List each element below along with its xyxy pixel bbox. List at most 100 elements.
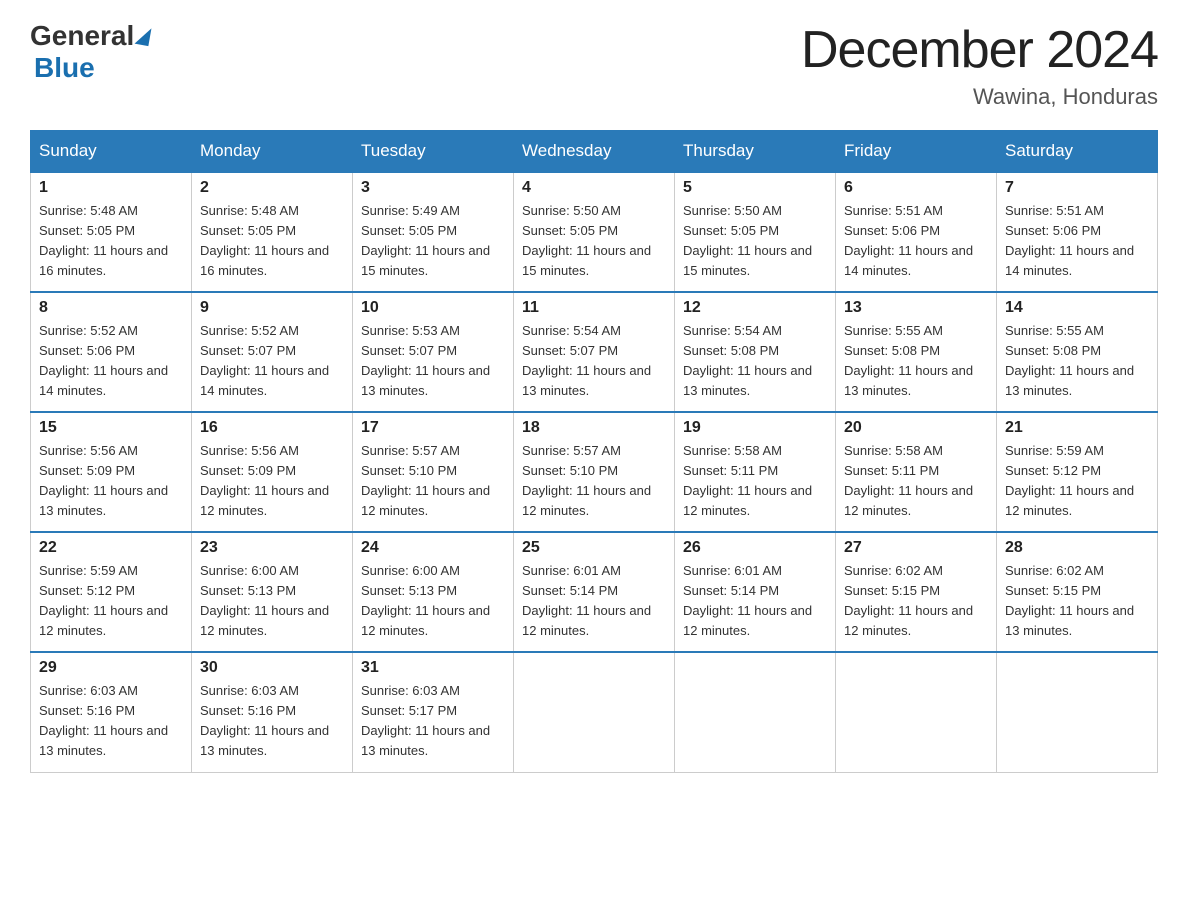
day-number: 8 — [39, 299, 183, 317]
day-number: 6 — [844, 179, 988, 197]
day-info: Sunrise: 5:58 AMSunset: 5:11 PMDaylight:… — [844, 441, 988, 522]
calendar-table: Sunday Monday Tuesday Wednesday Thursday… — [30, 130, 1158, 773]
day-info: Sunrise: 5:52 AMSunset: 5:06 PMDaylight:… — [39, 321, 183, 402]
day-cell-21: 21Sunrise: 5:59 AMSunset: 5:12 PMDayligh… — [997, 412, 1158, 532]
calendar-week-4: 22Sunrise: 5:59 AMSunset: 5:12 PMDayligh… — [31, 532, 1158, 652]
day-number: 14 — [1005, 299, 1149, 317]
day-number: 4 — [522, 179, 666, 197]
day-cell-23: 23 Sunrise: 6:00 AMSunset: 5:13 PMDayligh… — [192, 532, 353, 652]
day-cell-19: 19 Sunrise: 5:58 AMSunset: 5:11 PMDayligh… — [675, 412, 836, 532]
day-number: 25 — [522, 539, 666, 557]
day-number: 9 — [200, 299, 344, 317]
title-section: December 2024 Wawina, Honduras — [801, 20, 1158, 110]
day-cell-16: 16Sunrise: 5:56 AMSunset: 5:09 PMDayligh… — [192, 412, 353, 532]
day-cell-13: 13Sunrise: 5:55 AMSunset: 5:08 PMDayligh… — [836, 292, 997, 412]
day-number: 20 — [844, 419, 988, 437]
day-number: 19 — [683, 419, 827, 437]
empty-cell — [675, 652, 836, 772]
logo-general-text: General — [30, 20, 134, 52]
page-subtitle: Wawina, Honduras — [801, 84, 1158, 110]
col-thursday: Thursday — [675, 131, 836, 173]
day-number: 30 — [200, 659, 344, 677]
day-info: Sunrise: 6:02 AMSunset: 5:15 PMDaylight:… — [844, 561, 988, 642]
day-number: 7 — [1005, 179, 1149, 197]
day-cell-29: 29 Sunrise: 6:03 AMSunset: 5:16 PMDayligh… — [31, 652, 192, 772]
day-cell-12: 12 Sunrise: 5:54 AMSunset: 5:08 PMDayligh… — [675, 292, 836, 412]
empty-cell — [997, 652, 1158, 772]
empty-cell — [836, 652, 997, 772]
day-cell-25: 25Sunrise: 6:01 AMSunset: 5:14 PMDayligh… — [514, 532, 675, 652]
day-cell-14: 14 Sunrise: 5:55 AMSunset: 5:08 PMDayligh… — [997, 292, 1158, 412]
day-info: Sunrise: 5:48 AMSunset: 5:05 PMDaylight:… — [200, 201, 344, 282]
day-number: 11 — [522, 299, 666, 317]
day-info: Sunrise: 5:58 AMSunset: 5:11 PMDaylight:… — [683, 441, 827, 522]
day-cell-24: 24 Sunrise: 6:00 AMSunset: 5:13 PMDayligh… — [353, 532, 514, 652]
logo-blue-text: Blue — [34, 52, 95, 83]
day-info: Sunrise: 6:00 AMSunset: 5:13 PMDaylight:… — [361, 561, 505, 642]
day-info: Sunrise: 5:57 AMSunset: 5:10 PMDaylight:… — [361, 441, 505, 522]
day-info: Sunrise: 5:52 AMSunset: 5:07 PMDaylight:… — [200, 321, 344, 402]
day-info: Sunrise: 5:59 AMSunset: 5:12 PMDaylight:… — [39, 561, 183, 642]
day-cell-9: 9 Sunrise: 5:52 AMSunset: 5:07 PMDaylight… — [192, 292, 353, 412]
day-number: 23 — [200, 539, 344, 557]
day-cell-3: 3 Sunrise: 5:49 AMSunset: 5:05 PMDaylight… — [353, 172, 514, 292]
day-number: 1 — [39, 179, 183, 197]
day-number: 10 — [361, 299, 505, 317]
calendar-week-3: 15Sunrise: 5:56 AMSunset: 5:09 PMDayligh… — [31, 412, 1158, 532]
day-info: Sunrise: 5:50 AMSunset: 5:05 PMDaylight:… — [683, 201, 827, 282]
day-info: Sunrise: 5:54 AMSunset: 5:08 PMDaylight:… — [683, 321, 827, 402]
day-info: Sunrise: 6:03 AMSunset: 5:16 PMDaylight:… — [200, 681, 344, 762]
day-info: Sunrise: 6:03 AMSunset: 5:17 PMDaylight:… — [361, 681, 505, 762]
day-cell-4: 4 Sunrise: 5:50 AMSunset: 5:05 PMDaylight… — [514, 172, 675, 292]
col-wednesday: Wednesday — [514, 131, 675, 173]
day-info: Sunrise: 6:03 AMSunset: 5:16 PMDaylight:… — [39, 681, 183, 762]
day-info: Sunrise: 5:51 AMSunset: 5:06 PMDaylight:… — [844, 201, 988, 282]
col-monday: Monday — [192, 131, 353, 173]
day-cell-27: 27Sunrise: 6:02 AMSunset: 5:15 PMDayligh… — [836, 532, 997, 652]
day-number: 24 — [361, 539, 505, 557]
day-info: Sunrise: 5:56 AMSunset: 5:09 PMDaylight:… — [39, 441, 183, 522]
page-header: General Blue December 2024 Wawina, Hondu… — [30, 20, 1158, 110]
day-cell-10: 10 Sunrise: 5:53 AMSunset: 5:07 PMDayligh… — [353, 292, 514, 412]
day-info: Sunrise: 5:50 AMSunset: 5:05 PMDaylight:… — [522, 201, 666, 282]
day-cell-30: 30 Sunrise: 6:03 AMSunset: 5:16 PMDayligh… — [192, 652, 353, 772]
calendar-week-1: 1 Sunrise: 5:48 AMSunset: 5:05 PMDaylight… — [31, 172, 1158, 292]
day-info: Sunrise: 5:54 AMSunset: 5:07 PMDaylight:… — [522, 321, 666, 402]
day-number: 21 — [1005, 419, 1149, 437]
day-number: 3 — [361, 179, 505, 197]
col-sunday: Sunday — [31, 131, 192, 173]
day-cell-2: 2 Sunrise: 5:48 AMSunset: 5:05 PMDaylight… — [192, 172, 353, 292]
day-number: 5 — [683, 179, 827, 197]
page-title: December 2024 — [801, 20, 1158, 80]
day-info: Sunrise: 5:49 AMSunset: 5:05 PMDaylight:… — [361, 201, 505, 282]
day-info: Sunrise: 5:55 AMSunset: 5:08 PMDaylight:… — [1005, 321, 1149, 402]
day-cell-28: 28 Sunrise: 6:02 AMSunset: 5:15 PMDayligh… — [997, 532, 1158, 652]
day-number: 12 — [683, 299, 827, 317]
calendar-week-2: 8 Sunrise: 5:52 AMSunset: 5:06 PMDaylight… — [31, 292, 1158, 412]
day-number: 2 — [200, 179, 344, 197]
col-tuesday: Tuesday — [353, 131, 514, 173]
logo: General Blue — [30, 20, 152, 84]
day-info: Sunrise: 6:00 AMSunset: 5:13 PMDaylight:… — [200, 561, 344, 642]
day-cell-8: 8 Sunrise: 5:52 AMSunset: 5:06 PMDaylight… — [31, 292, 192, 412]
calendar-week-5: 29 Sunrise: 6:03 AMSunset: 5:16 PMDayligh… — [31, 652, 1158, 772]
day-cell-11: 11 Sunrise: 5:54 AMSunset: 5:07 PMDayligh… — [514, 292, 675, 412]
day-cell-20: 20 Sunrise: 5:58 AMSunset: 5:11 PMDayligh… — [836, 412, 997, 532]
day-info: Sunrise: 6:01 AMSunset: 5:14 PMDaylight:… — [683, 561, 827, 642]
day-number: 13 — [844, 299, 988, 317]
day-cell-5: 5 Sunrise: 5:50 AMSunset: 5:05 PMDaylight… — [675, 172, 836, 292]
day-cell-1: 1 Sunrise: 5:48 AMSunset: 5:05 PMDaylight… — [31, 172, 192, 292]
day-number: 29 — [39, 659, 183, 677]
day-cell-15: 15Sunrise: 5:56 AMSunset: 5:09 PMDayligh… — [31, 412, 192, 532]
logo-triangle-icon — [135, 26, 152, 46]
empty-cell — [514, 652, 675, 772]
day-info: Sunrise: 6:02 AMSunset: 5:15 PMDaylight:… — [1005, 561, 1149, 642]
day-number: 16 — [200, 419, 344, 437]
day-info: Sunrise: 5:53 AMSunset: 5:07 PMDaylight:… — [361, 321, 505, 402]
day-cell-7: 7Sunrise: 5:51 AMSunset: 5:06 PMDaylight… — [997, 172, 1158, 292]
day-info: Sunrise: 5:48 AMSunset: 5:05 PMDaylight:… — [39, 201, 183, 282]
day-number: 28 — [1005, 539, 1149, 557]
day-cell-17: 17Sunrise: 5:57 AMSunset: 5:10 PMDayligh… — [353, 412, 514, 532]
day-cell-26: 26Sunrise: 6:01 AMSunset: 5:14 PMDayligh… — [675, 532, 836, 652]
day-cell-18: 18Sunrise: 5:57 AMSunset: 5:10 PMDayligh… — [514, 412, 675, 532]
